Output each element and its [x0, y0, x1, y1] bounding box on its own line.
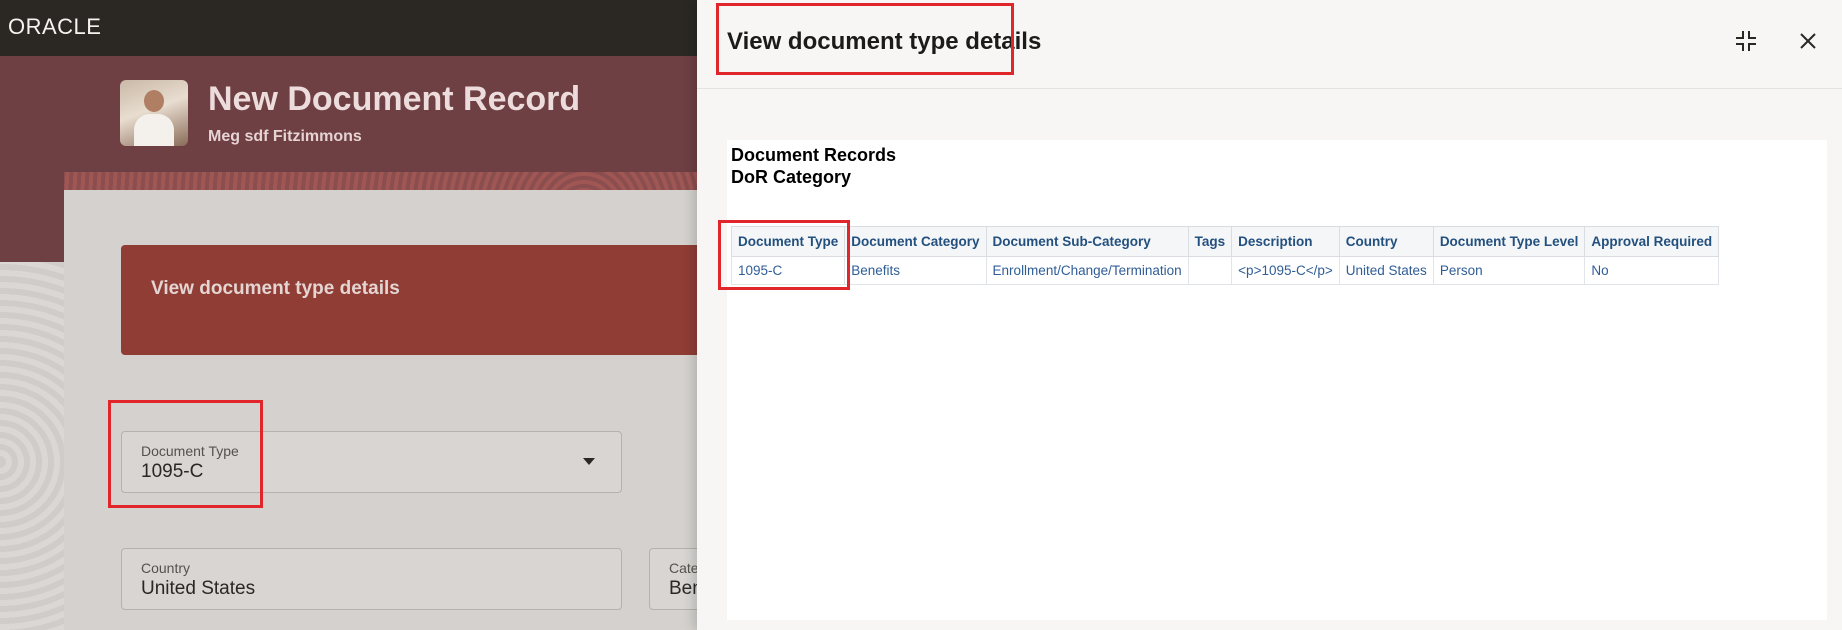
page-title: New Document Record	[208, 80, 581, 118]
table-cell: United States	[1338, 256, 1434, 285]
column-header: Approval Required	[1584, 226, 1720, 257]
table-header-row: Document Type Document Category Document…	[730, 226, 1720, 257]
oracle-logo[interactable]: ORACLE	[8, 14, 101, 40]
close-icon[interactable]	[1793, 26, 1823, 56]
category-label: Cate	[669, 560, 699, 576]
country-value: United States	[141, 578, 256, 599]
collapse-icon[interactable]	[1731, 26, 1761, 56]
avatar	[120, 80, 188, 146]
dialog-header: View document type details	[697, 0, 1842, 89]
column-header: Country	[1338, 226, 1434, 257]
person-name: Meg sdf Fitzimmons	[208, 128, 362, 145]
view-document-type-details-banner[interactable]: View document type details	[121, 245, 721, 355]
document-type-table: Document Type Document Category Document…	[730, 226, 1720, 285]
report-area: Document Records DoR Category	[727, 140, 1827, 620]
column-header: Description	[1231, 226, 1340, 257]
highlight-box-document-type-column	[718, 220, 850, 290]
chevron-down-icon[interactable]	[583, 458, 595, 465]
highlight-box-dialog-title	[716, 3, 1014, 75]
report-title: Document Records	[731, 145, 897, 165]
table-cell: No	[1584, 256, 1720, 285]
table-cell: Person	[1432, 256, 1586, 285]
column-header: Document Sub-Category	[985, 226, 1189, 257]
column-header: Tags	[1187, 226, 1233, 257]
table-cell: <p>1095-C</p>	[1231, 256, 1340, 285]
highlight-box-document-type	[108, 400, 263, 508]
section-banner-label: View document type details	[151, 278, 400, 299]
column-header: Document Type Level	[1432, 226, 1586, 257]
table-cell: Enrollment/Change/Termination	[985, 256, 1189, 285]
table-row: 1095-C Benefits Enrollment/Change/Termin…	[730, 256, 1720, 285]
decorative-contour	[0, 262, 64, 630]
table-cell	[1187, 256, 1233, 285]
table-cell: Benefits	[844, 256, 987, 285]
report-subtitle: DoR Category	[731, 167, 852, 187]
country-field[interactable]: Country United States	[121, 548, 622, 610]
view-document-type-details-dialog: View document type details Document Reco…	[697, 0, 1842, 630]
column-header: Document Category	[844, 226, 987, 257]
country-label: Country	[141, 560, 191, 576]
